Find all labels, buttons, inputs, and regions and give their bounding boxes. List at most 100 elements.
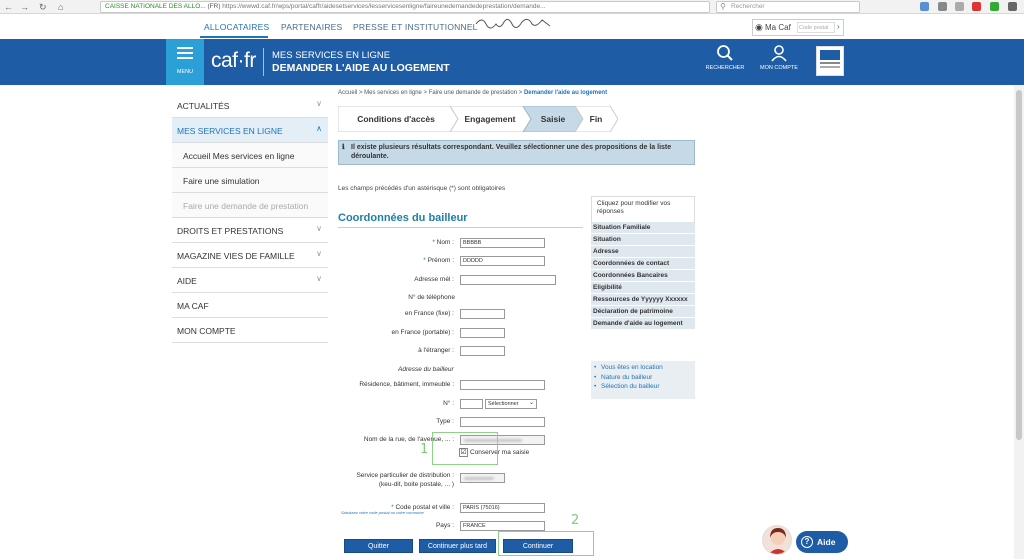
phone-fixe-input[interactable] [460, 309, 505, 319]
sidebar-item-label: AIDE [177, 276, 197, 286]
progress-steps: Conditions d'accès Engagement Saisie Fin [338, 106, 618, 132]
summary-panel-header: Cliquez pour modifier vos réponses [591, 196, 695, 222]
summary-item[interactable]: Situation [591, 234, 695, 246]
summary-item[interactable]: Déclaration de patrimoine [591, 306, 695, 318]
sidebar-item-mes-services[interactable]: MES SERVICES EN LIGNE ∧ [172, 118, 328, 143]
download-icon[interactable] [920, 2, 929, 11]
label-numero: N° : [443, 400, 454, 407]
postal-code-input[interactable]: Code postal [797, 22, 835, 33]
home-icon[interactable]: ⌂ [58, 2, 63, 12]
extension-icon[interactable] [990, 2, 999, 11]
sidebar-item-label: MAGAZINE VIES DE FAMILLE [177, 251, 295, 261]
caf-logo[interactable]: caf·fr [211, 49, 256, 73]
audience-tab-allocataires[interactable]: ALLOCATAIRES [204, 22, 269, 32]
ma-caf-label: Ma Caf [765, 23, 791, 32]
active-tab-underline [200, 36, 268, 38]
reload-icon[interactable]: ↻ [39, 2, 47, 12]
sidebar-item-aide[interactable]: AIDE ∨ [172, 268, 328, 293]
help-avatar[interactable] [762, 525, 792, 555]
numero-input[interactable] [460, 399, 483, 409]
menu-icon[interactable] [1008, 2, 1017, 11]
cp-ville-input[interactable]: PARIS (75016) [460, 503, 545, 513]
annotation-number-1: 1 [420, 442, 429, 457]
summary-item[interactable]: Eligibilité [591, 282, 695, 294]
extension-icon[interactable] [972, 2, 981, 11]
audience-tab-partenaires[interactable]: PARTENAIRES [281, 22, 342, 32]
back-arrow-icon[interactable]: ← [4, 2, 13, 12]
type-input[interactable] [460, 417, 545, 427]
sidebar-item-label: DROITS ET PRESTATIONS [177, 226, 284, 236]
sidebar-subitem-accueil[interactable]: Accueil Mes services en ligne [172, 143, 328, 168]
header-search-button[interactable]: RECHERCHER [703, 44, 747, 71]
summary-item[interactable]: Coordonnées de contact [591, 258, 695, 270]
library-icon[interactable] [938, 2, 947, 11]
summary-item[interactable]: Coordonnées Bancaires [591, 270, 695, 282]
summary-item[interactable]: Ressources de Yyyyyy Xxxxxx [591, 294, 695, 306]
url-bar[interactable]: CAISSE NATIONALE DES ALLO... (FR) https:… [100, 1, 710, 13]
label-type: Type : [436, 418, 454, 425]
user-icon [771, 45, 787, 62]
chevron-down-icon: ⌄ [528, 400, 534, 406]
sidebar-item-actualites[interactable]: ACTUALITÉS ∨ [172, 93, 328, 118]
breadcrumb-path[interactable]: Accueil > Mes services en ligne > Faire … [338, 90, 524, 96]
summary-item[interactable]: Adresse [591, 246, 695, 258]
summary-subitem[interactable]: Vous êtes en location [591, 363, 695, 373]
numero-type-select[interactable]: Sélectionner ⌄ [485, 399, 537, 409]
hamburger-icon [177, 47, 193, 62]
summary-panel: Situation Familiale Situation Adresse Co… [591, 222, 695, 330]
sidebar-icon[interactable] [955, 2, 964, 11]
label-nom: * Nom : [432, 239, 454, 246]
service-input[interactable] [460, 473, 505, 483]
step-saisie: Saisie [540, 114, 566, 124]
summary-item[interactable]: Demande d'aide au logement [591, 318, 695, 330]
assistant-avatar-icon [768, 528, 788, 554]
page-title: DEMANDER L'AIDE AU LOGEMENT [272, 62, 450, 74]
scrollbar-thumb[interactable] [1016, 90, 1022, 440]
step-fin: Fin [589, 114, 603, 124]
audience-tab-presse[interactable]: PRESSE ET INSTITUTIONNEL [353, 22, 478, 32]
phone-portable-input[interactable] [460, 328, 505, 338]
sidebar-item-ma-caf[interactable]: MA CAF [172, 293, 328, 318]
chevron-right-icon[interactable]: › [837, 22, 840, 31]
header-account-button[interactable]: MON COMPTE [757, 44, 801, 71]
email-input[interactable] [460, 275, 556, 285]
forward-arrow-icon[interactable]: → [20, 2, 29, 12]
help-label: Aide [817, 537, 836, 547]
logo-divider [263, 48, 264, 76]
label-email: Adresse mél : [414, 276, 454, 283]
required-fields-note: Les champs précédés d'un astérisque (*) … [338, 185, 506, 192]
government-logo [816, 46, 844, 76]
prenom-input[interactable]: DDDDD [460, 256, 545, 266]
sidebar-item-mon-compte[interactable]: MON COMPTE [172, 318, 328, 343]
pays-input[interactable]: FRANCE [460, 521, 545, 531]
label-residence: Résidence, bâtiment, immeuble : [359, 381, 454, 388]
site-header [0, 39, 1024, 85]
nom-input[interactable]: BBBBB [460, 238, 545, 248]
menu-button[interactable]: MENU [166, 39, 204, 85]
summary-subitem[interactable]: Sélection du bailleur [591, 382, 695, 392]
help-button[interactable]: ? Aide [796, 531, 848, 553]
summary-subitem[interactable]: Nature du bailleur [591, 373, 695, 383]
sidebar-item-label: MA CAF [177, 301, 209, 311]
address-heading: Adresse du bailleur [398, 366, 454, 373]
continue-button[interactable]: Continuer [503, 539, 573, 553]
search-placeholder: Rechercher [731, 3, 765, 10]
sidebar-item-label: ACTUALITÉS [177, 101, 230, 111]
summary-item[interactable]: Situation Familiale [591, 222, 695, 234]
browser-search-input[interactable]: ⚲ Rechercher [716, 1, 860, 13]
residence-input[interactable] [460, 380, 545, 390]
summary-subitems: Vous êtes en location Nature du bailleur… [591, 361, 695, 399]
breadcrumb: Accueil > Mes services en ligne > Faire … [338, 90, 607, 96]
sidebar-subitem-simulation[interactable]: Faire une simulation [172, 168, 328, 193]
header-subtitle: MES SERVICES EN LIGNE [272, 50, 391, 61]
phone-heading: N° de téléphone [408, 294, 455, 301]
phone-etranger-input[interactable] [460, 346, 505, 356]
search-icon: ⚲ [720, 2, 726, 11]
continue-later-button[interactable]: Continuer plus tard [419, 539, 496, 553]
quit-button[interactable]: Quitter [344, 539, 413, 553]
sidebar-item-droits[interactable]: DROITS ET PRESTATIONS ∨ [172, 218, 328, 243]
chevron-down-icon: ∨ [316, 224, 322, 233]
browser-toolbar: ← → ↻ ⌂ CAISSE NATIONALE DES ALLO... (FR… [0, 0, 1024, 14]
sidebar-item-magazine[interactable]: MAGAZINE VIES DE FAMILLE ∨ [172, 243, 328, 268]
sidebar-nav: ACTUALITÉS ∨ MES SERVICES EN LIGNE ∧ Acc… [172, 93, 328, 343]
